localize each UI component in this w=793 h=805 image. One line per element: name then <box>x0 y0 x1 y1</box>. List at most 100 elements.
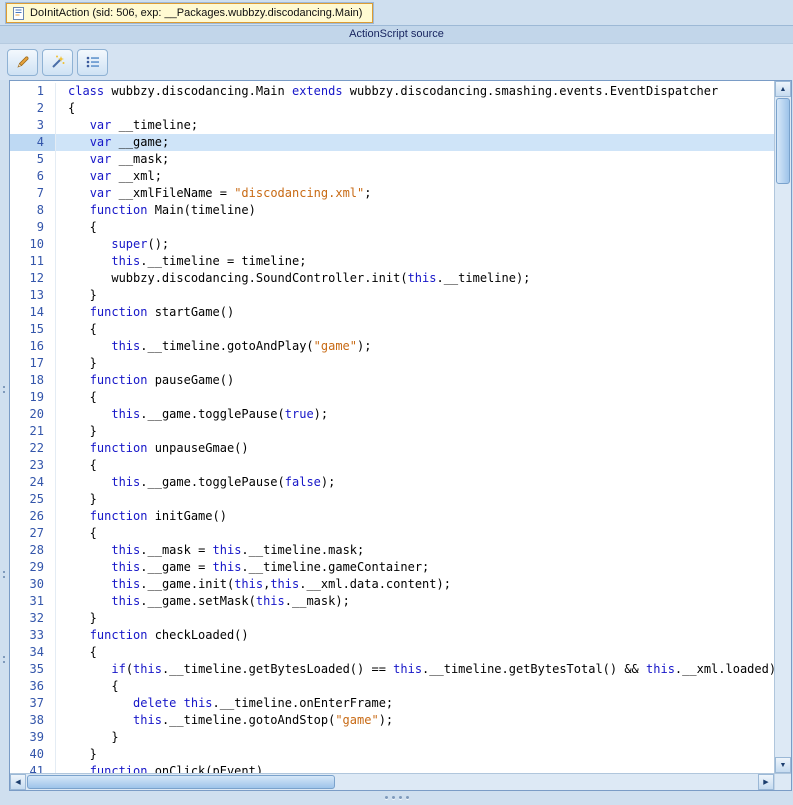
code-line[interactable]: 29 this.__game = this.__timeline.gameCon… <box>10 559 774 576</box>
code-line[interactable]: 35 if(this.__timeline.getBytesLoaded() =… <box>10 661 774 678</box>
line-number: 24 <box>10 474 56 491</box>
tab-title: DoInitAction (sid: 506, exp: __Packages.… <box>30 7 363 19</box>
magic-wand-button[interactable] <box>42 48 73 76</box>
code-line[interactable]: 7 var __xmlFileName = "discodancing.xml"… <box>10 185 774 202</box>
code-text: this.__timeline.gotoAndStop("game"); <box>133 713 394 727</box>
line-number: 38 <box>10 712 56 729</box>
list-button[interactable] <box>77 48 108 76</box>
edit-button[interactable] <box>7 48 38 76</box>
code-line[interactable]: 21 } <box>10 423 774 440</box>
line-number: 31 <box>10 593 56 610</box>
code-line[interactable]: 28 this.__mask = this.__timeline.mask; <box>10 542 774 559</box>
code-line[interactable]: 23 { <box>10 457 774 474</box>
code-text: } <box>68 747 97 761</box>
code-line[interactable]: 3 var __timeline; <box>10 117 774 134</box>
splitter-handle[interactable] <box>384 796 409 799</box>
code-text: class wubbzy.discodancing.Main extends w… <box>68 84 719 98</box>
code-line[interactable]: 36 { <box>10 678 774 695</box>
code-line[interactable]: 17 } <box>10 355 774 372</box>
code-line[interactable]: 14 function startGame() <box>10 304 774 321</box>
code-text: var __xmlFileName = "discodancing.xml"; <box>89 186 372 200</box>
line-number: 26 <box>10 508 56 525</box>
code-line[interactable]: 30 this.__game.init(this,this.__xml.data… <box>10 576 774 593</box>
code-text: } <box>68 492 97 506</box>
code-line[interactable]: 34 { <box>10 644 774 661</box>
line-number: 29 <box>10 559 56 576</box>
line-number: 39 <box>10 729 56 746</box>
line-number: 25 <box>10 491 56 508</box>
tab-bar: DoInitAction (sid: 506, exp: __Packages.… <box>0 0 793 25</box>
line-number: 15 <box>10 321 56 338</box>
code-line[interactable]: 22 function unpauseGmae() <box>10 440 774 457</box>
code-line[interactable]: 13 } <box>10 287 774 304</box>
code-text: if(this.__timeline.getBytesLoaded() == t… <box>111 662 774 676</box>
line-number: 16 <box>10 338 56 355</box>
line-number: 11 <box>10 253 56 270</box>
tab-doinitaction[interactable]: DoInitAction (sid: 506, exp: __Packages.… <box>6 3 374 23</box>
line-number: 8 <box>10 202 56 219</box>
code-line[interactable]: 38 this.__timeline.gotoAndStop("game"); <box>10 712 774 729</box>
scrollbar-corner <box>774 774 791 790</box>
left-splitter-grip <box>3 386 6 396</box>
code-line[interactable]: 25 } <box>10 491 774 508</box>
code-text: function initGame() <box>89 509 227 523</box>
code-line[interactable]: 4 var __game; <box>10 134 774 151</box>
panel-header: ActionScript source <box>0 25 793 44</box>
code-line[interactable]: 8 function Main(timeline) <box>10 202 774 219</box>
code-line[interactable]: 24 this.__game.togglePause(false); <box>10 474 774 491</box>
code-rows[interactable]: 1 class wubbzy.discodancing.Main extends … <box>10 81 774 773</box>
line-number: 12 <box>10 270 56 287</box>
code-line[interactable]: 1 class wubbzy.discodancing.Main extends … <box>10 83 774 100</box>
code-line[interactable]: 9 { <box>10 219 774 236</box>
code-text: this.__game.setMask(this.__mask); <box>111 594 350 608</box>
line-number: 34 <box>10 644 56 661</box>
horizontal-scroll-track[interactable] <box>26 774 758 790</box>
code-line[interactable]: 10 super(); <box>10 236 774 253</box>
code-line[interactable]: 16 this.__timeline.gotoAndPlay("game"); <box>10 338 774 355</box>
code-line[interactable]: 41 function onClick(pEvent) <box>10 763 774 773</box>
code-text: var __timeline; <box>89 118 199 132</box>
vertical-scroll-thumb[interactable] <box>776 98 790 184</box>
code-line[interactable]: 31 this.__game.setMask(this.__mask); <box>10 593 774 610</box>
line-number: 37 <box>10 695 56 712</box>
scroll-down-button[interactable]: ▼ <box>775 757 791 773</box>
line-number: 35 <box>10 661 56 678</box>
code-line[interactable]: 19 { <box>10 389 774 406</box>
code-line[interactable]: 26 function initGame() <box>10 508 774 525</box>
code-line[interactable]: 15 { <box>10 321 774 338</box>
vertical-scroll-track[interactable] <box>775 97 791 757</box>
code-line[interactable]: 39 } <box>10 729 774 746</box>
code-text: this.__mask = this.__timeline.mask; <box>111 543 365 557</box>
horizontal-scrollbar[interactable]: ◀ ▶ <box>10 774 774 790</box>
line-number: 9 <box>10 219 56 236</box>
line-number: 13 <box>10 287 56 304</box>
code-text: var __xml; <box>89 169 162 183</box>
code-text: } <box>68 730 119 744</box>
code-line[interactable]: 11 this.__timeline = timeline; <box>10 253 774 270</box>
code-line[interactable]: 32 } <box>10 610 774 627</box>
code-line[interactable]: 12 wubbzy.discodancing.SoundController.i… <box>10 270 774 287</box>
code-line[interactable]: 37 delete this.__timeline.onEnterFrame; <box>10 695 774 712</box>
code-line[interactable]: 20 this.__game.togglePause(true); <box>10 406 774 423</box>
code-text: super(); <box>111 237 170 251</box>
code-line[interactable]: 6 var __xml; <box>10 168 774 185</box>
vertical-scrollbar[interactable]: ▲ ▼ <box>774 81 791 773</box>
code-line[interactable]: 5 var __mask; <box>10 151 774 168</box>
code-text: function onClick(pEvent) <box>89 764 264 773</box>
code-line[interactable]: 2{ <box>10 100 774 117</box>
code-text: function unpauseGmae() <box>89 441 249 455</box>
scroll-up-button[interactable]: ▲ <box>775 81 791 97</box>
horizontal-scroll-thumb[interactable] <box>27 775 335 789</box>
code-text: delete this.__timeline.onEnterFrame; <box>133 696 394 710</box>
left-splitter-grip <box>3 571 6 581</box>
code-text: } <box>68 611 97 625</box>
code-line[interactable]: 33 function checkLoaded() <box>10 627 774 644</box>
code-line[interactable]: 18 function pauseGame() <box>10 372 774 389</box>
code-line[interactable]: 40 } <box>10 746 774 763</box>
line-number: 20 <box>10 406 56 423</box>
line-number: 5 <box>10 151 56 168</box>
code-text: function checkLoaded() <box>89 628 249 642</box>
scroll-left-button[interactable]: ◀ <box>10 774 26 790</box>
code-line[interactable]: 27 { <box>10 525 774 542</box>
scroll-right-button[interactable]: ▶ <box>758 774 774 790</box>
